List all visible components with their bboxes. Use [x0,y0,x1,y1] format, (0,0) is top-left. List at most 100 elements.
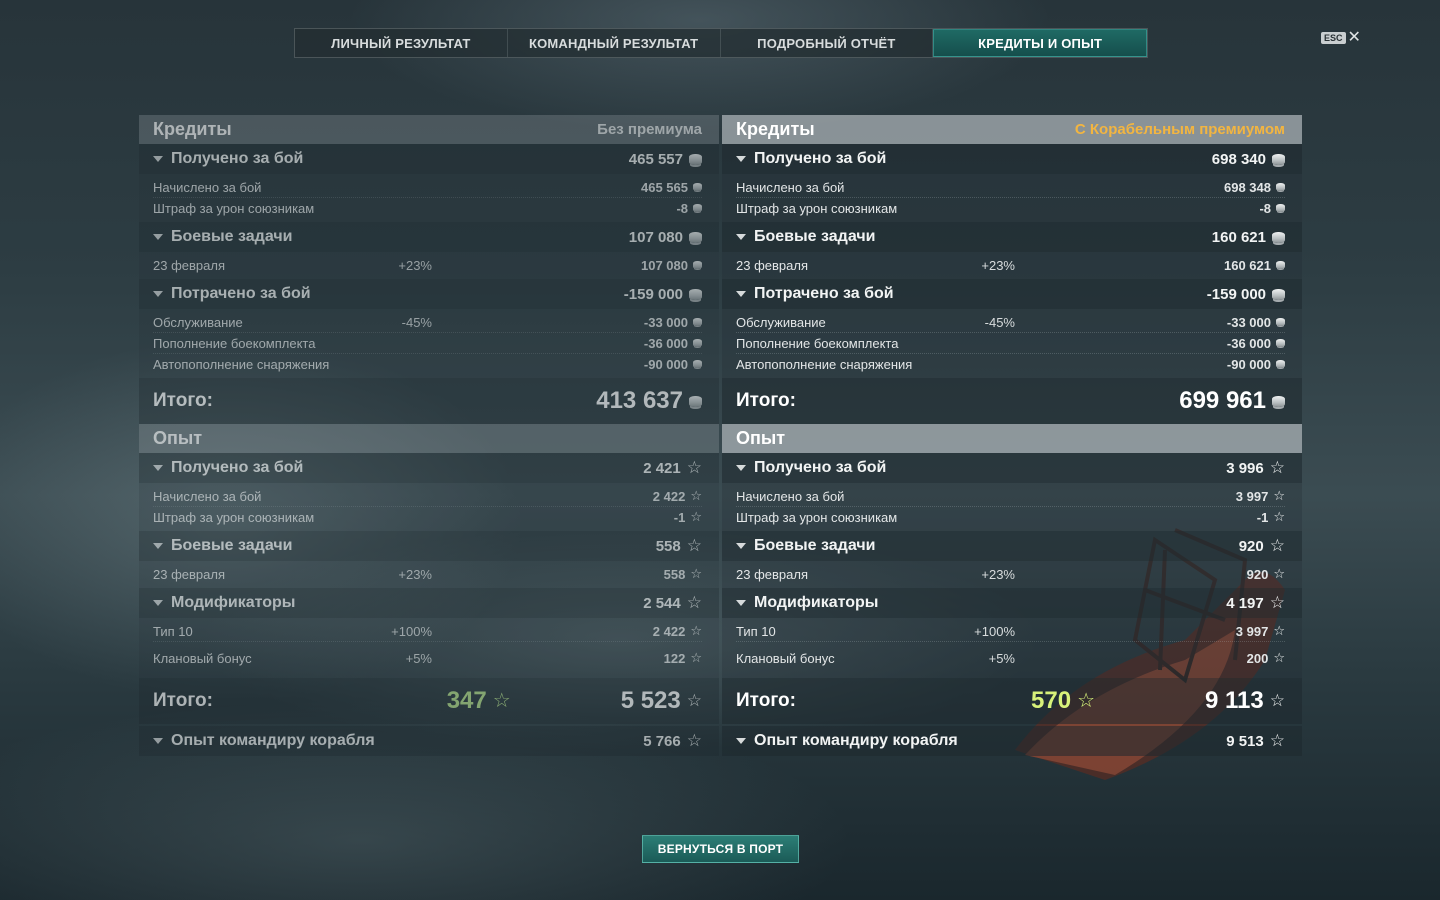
section-commander-exp[interactable]: Опыт командиру корабля 9 513 ☆ [722,726,1302,756]
section-tasks[interactable]: Боевые задачи 107 080 [139,222,719,252]
sub-row: Клановый бонус +5% 200 ☆ [736,650,1285,666]
sub-row: Автопополнение снаряжения -90 000 [153,354,702,374]
sub-row: 23 февраля +23% 107 080 [153,255,702,275]
section-commander-exp[interactable]: Опыт командиру корабля 5 766 ☆ [139,726,719,756]
credits-icon [1276,318,1285,326]
sub-row: Обслуживание -45% -33 000 [153,312,702,333]
section-modifiers[interactable]: Модификаторы 2 544 ☆ [139,588,719,618]
section-value: 698 340 [1212,151,1285,168]
tab-detailed-report[interactable]: ПОДРОБНЫЙ ОТЧЁТ [721,29,934,57]
collapse-arrow-icon[interactable] [736,738,746,744]
tab-team-result[interactable]: КОМАНДНЫЙ РЕЗУЛЬТАТ [508,29,721,57]
sub-row: Штраф за урон союзникам -8 [153,198,702,218]
section-label: Боевые задачи [754,537,876,554]
credits-icon [693,360,702,368]
collapse-arrow-icon[interactable] [736,156,746,162]
section-value: 558 ☆ [655,536,702,555]
free-exp-icon: ☆ [492,690,511,712]
free-exp-value: 347 ☆ [446,687,511,714]
exp-total: Итого: 347 ☆ 5 523 ☆ [139,678,719,724]
section-earned[interactable]: Получено за бой 465 557 [139,144,719,174]
sub-row: Автопополнение снаряжения -90 000 [736,354,1285,374]
section-label: Получено за бой [754,150,887,167]
collapse-arrow-icon[interactable] [736,543,746,549]
exp-header: Опыт [722,424,1302,453]
section-earned[interactable]: Получено за бой 698 340 [722,144,1302,174]
sub-row: Тип 10 +100% 2 422 ☆ [153,621,702,642]
section-exp-tasks[interactable]: Боевые задачи 920 ☆ [722,531,1302,561]
section-value: -159 000 [624,286,702,303]
exp-star-icon: ☆ [686,731,702,750]
section-spent[interactable]: Потрачено за бой -159 000 [139,279,719,309]
collapse-arrow-icon[interactable] [153,465,163,471]
section-modifiers[interactable]: Модификаторы 4 197 ☆ [722,588,1302,618]
collapse-arrow-icon[interactable] [153,738,163,744]
credits-icon [693,183,702,191]
section-label: Потрачено за бой [754,285,894,302]
collapse-arrow-icon[interactable] [153,600,163,606]
sub-row: 23 февраля +23% 920 ☆ [736,566,1285,582]
credits-icon [693,261,702,269]
exp-total: Итого: 570 ☆ 9 113 ☆ [722,678,1302,724]
credits-icon [1276,183,1285,191]
section-value: 160 621 [1212,229,1285,246]
sub-row: Начислено за бой 3 997 ☆ [736,486,1285,507]
collapse-arrow-icon[interactable] [736,465,746,471]
collapse-arrow-icon[interactable] [153,234,163,240]
credits-icon [693,318,702,326]
sub-row: Обслуживание -45% -33 000 [736,312,1285,333]
exp-star-icon: ☆ [686,691,702,710]
sub-row: 23 февраля +23% 160 621 [736,255,1285,275]
section-value: 2 421 ☆ [643,458,702,477]
credits-icon [1272,395,1285,407]
exp-star-icon: ☆ [1269,458,1285,477]
exp-header: Опыт [139,424,719,453]
credits-icon [689,288,702,300]
credits-total: Итого: 413 637 [139,378,719,424]
sub-row: Штраф за урон союзникам -8 [736,198,1285,218]
exp-star-icon: ☆ [690,509,702,524]
panel-with-premium: Кредиты С Корабельным премиумом Получено… [722,115,1302,756]
exp-star-icon: ☆ [1273,488,1285,503]
collapse-arrow-icon[interactable] [736,234,746,240]
collapse-arrow-icon[interactable] [153,156,163,162]
sub-row: Начислено за бой 465 565 [153,177,702,198]
credits-icon [1276,339,1285,347]
credits-icon [1276,360,1285,368]
sub-row: Пополнение боекомплекта -36 000 [153,333,702,354]
section-label: Боевые задачи [754,228,876,245]
tab-credits-and-exp[interactable]: КРЕДИТЫ И ОПЫТ [933,29,1147,57]
collapse-arrow-icon[interactable] [153,543,163,549]
close-icon: ✕ [1347,29,1361,46]
section-value: 920 ☆ [1238,536,1285,555]
exp-star-icon: ☆ [686,536,702,555]
exp-star-icon: ☆ [686,458,702,477]
return-to-port-button[interactable]: ВЕРНУТЬСЯ В ПОРТ [642,835,799,863]
section-label: Боевые задачи [171,228,293,245]
collapse-arrow-icon[interactable] [736,600,746,606]
credits-icon [1276,261,1285,269]
exp-star-icon: ☆ [690,623,702,638]
collapse-arrow-icon[interactable] [153,291,163,297]
exp-star-icon: ☆ [1273,650,1285,665]
section-spent[interactable]: Потрачено за бой -159 000 [722,279,1302,309]
credits-icon [693,339,702,347]
sub-row: Начислено за бой 2 422 ☆ [153,486,702,507]
section-value: 2 544 ☆ [643,593,702,612]
section-exp-earned[interactable]: Получено за бой 3 996 ☆ [722,453,1302,483]
close-button[interactable]: ESC ✕ [1321,29,1361,46]
credits-icon [1272,231,1285,243]
section-value: 9 513 ☆ [1226,731,1285,750]
section-exp-earned[interactable]: Получено за бой 2 421 ☆ [139,453,719,483]
section-label: Получено за бой [754,459,887,476]
section-tasks[interactable]: Боевые задачи 160 621 [722,222,1302,252]
collapse-arrow-icon[interactable] [736,291,746,297]
sub-row: Штраф за урон союзникам -1 ☆ [736,509,1285,525]
credits-icon [1272,153,1285,165]
exp-star-icon: ☆ [1269,536,1285,555]
section-exp-tasks[interactable]: Боевые задачи 558 ☆ [139,531,719,561]
tab-personal-result[interactable]: ЛИЧНЫЙ РЕЗУЛЬТАТ [295,29,508,57]
section-label: Боевые задачи [171,537,293,554]
exp-title: Опыт [736,428,786,448]
section-label: Получено за бой [171,459,304,476]
